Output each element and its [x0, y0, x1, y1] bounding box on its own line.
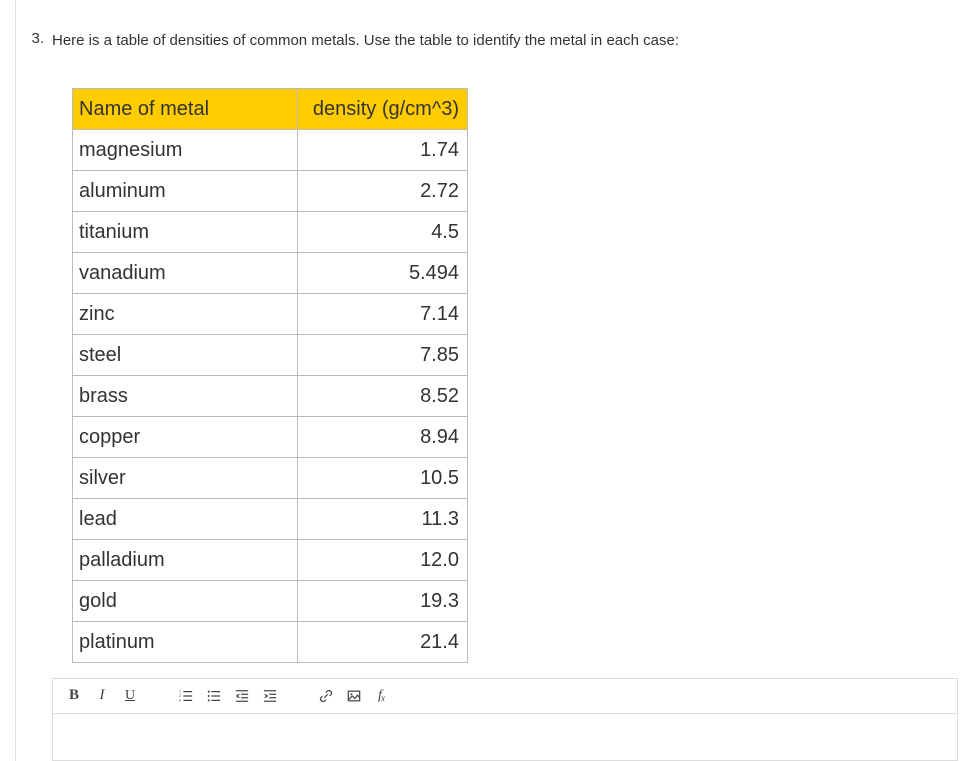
- underline-button[interactable]: U: [121, 687, 139, 705]
- metal-name-cell: palladium: [73, 539, 298, 580]
- table-row: silver10.5: [73, 457, 468, 498]
- metal-name-cell: platinum: [73, 621, 298, 662]
- metal-density-cell: 12.0: [298, 539, 468, 580]
- question-row: 3. Here is a table of densities of commo…: [16, 0, 976, 63]
- table-row: lead11.3: [73, 498, 468, 539]
- svg-text:1: 1: [179, 689, 181, 693]
- answer-editor: B I U 1 2 3: [52, 678, 958, 761]
- metal-density-cell: 5.494: [298, 252, 468, 293]
- answer-input[interactable]: [52, 713, 958, 761]
- metal-name-cell: brass: [73, 375, 298, 416]
- metal-name-cell: zinc: [73, 293, 298, 334]
- metal-density-cell: 4.5: [298, 211, 468, 252]
- metal-density-cell: 8.94: [298, 416, 468, 457]
- metal-density-cell: 7.85: [298, 334, 468, 375]
- metal-name-cell: lead: [73, 498, 298, 539]
- table-header-name: Name of metal: [73, 88, 298, 129]
- question-number: 3.: [24, 30, 44, 47]
- table-row: palladium12.0: [73, 539, 468, 580]
- fx-x: x: [381, 693, 385, 703]
- metal-name-cell: gold: [73, 580, 298, 621]
- metal-name-cell: titanium: [73, 211, 298, 252]
- metal-name-cell: steel: [73, 334, 298, 375]
- table-row: gold19.3: [73, 580, 468, 621]
- question-container: 3. Here is a table of densities of commo…: [15, 0, 976, 761]
- metal-name-cell: magnesium: [73, 129, 298, 170]
- metal-density-cell: 11.3: [298, 498, 468, 539]
- metal-density-cell: 10.5: [298, 457, 468, 498]
- metal-name-cell: vanadium: [73, 252, 298, 293]
- svg-text:3: 3: [179, 698, 181, 702]
- svg-text:2: 2: [179, 693, 181, 697]
- equation-icon[interactable]: fx: [373, 687, 391, 705]
- table-row: magnesium1.74: [73, 129, 468, 170]
- question-text: Here is a table of densities of common m…: [52, 30, 679, 53]
- density-table-wrap: Name of metal density (g/cm^3) magnesium…: [72, 88, 976, 663]
- metal-density-cell: 19.3: [298, 580, 468, 621]
- table-row: aluminum2.72: [73, 170, 468, 211]
- metal-density-cell: 21.4: [298, 621, 468, 662]
- metal-name-cell: aluminum: [73, 170, 298, 211]
- table-row: titanium4.5: [73, 211, 468, 252]
- metal-name-cell: silver: [73, 457, 298, 498]
- table-header-density: density (g/cm^3): [298, 88, 468, 129]
- metal-density-cell: 2.72: [298, 170, 468, 211]
- bold-button[interactable]: B: [65, 687, 83, 705]
- metal-density-cell: 8.52: [298, 375, 468, 416]
- link-icon[interactable]: [317, 687, 335, 705]
- ordered-list-icon[interactable]: 1 2 3: [177, 687, 195, 705]
- table-row: copper8.94: [73, 416, 468, 457]
- editor-toolbar: B I U 1 2 3: [52, 678, 958, 713]
- image-icon[interactable]: [345, 687, 363, 705]
- table-row: vanadium5.494: [73, 252, 468, 293]
- toolbar-insert-group: fx: [317, 687, 391, 705]
- metal-density-cell: 1.74: [298, 129, 468, 170]
- table-row: steel7.85: [73, 334, 468, 375]
- toolbar-text-style-group: B I U: [65, 687, 139, 705]
- table-row: brass8.52: [73, 375, 468, 416]
- metal-density-cell: 7.14: [298, 293, 468, 334]
- table-row: zinc7.14: [73, 293, 468, 334]
- outdent-icon[interactable]: [233, 687, 251, 705]
- table-row: platinum21.4: [73, 621, 468, 662]
- metal-name-cell: copper: [73, 416, 298, 457]
- unordered-list-icon[interactable]: [205, 687, 223, 705]
- italic-button[interactable]: I: [93, 687, 111, 705]
- toolbar-list-group: 1 2 3: [177, 687, 279, 705]
- indent-icon[interactable]: [261, 687, 279, 705]
- density-table: Name of metal density (g/cm^3) magnesium…: [72, 88, 468, 663]
